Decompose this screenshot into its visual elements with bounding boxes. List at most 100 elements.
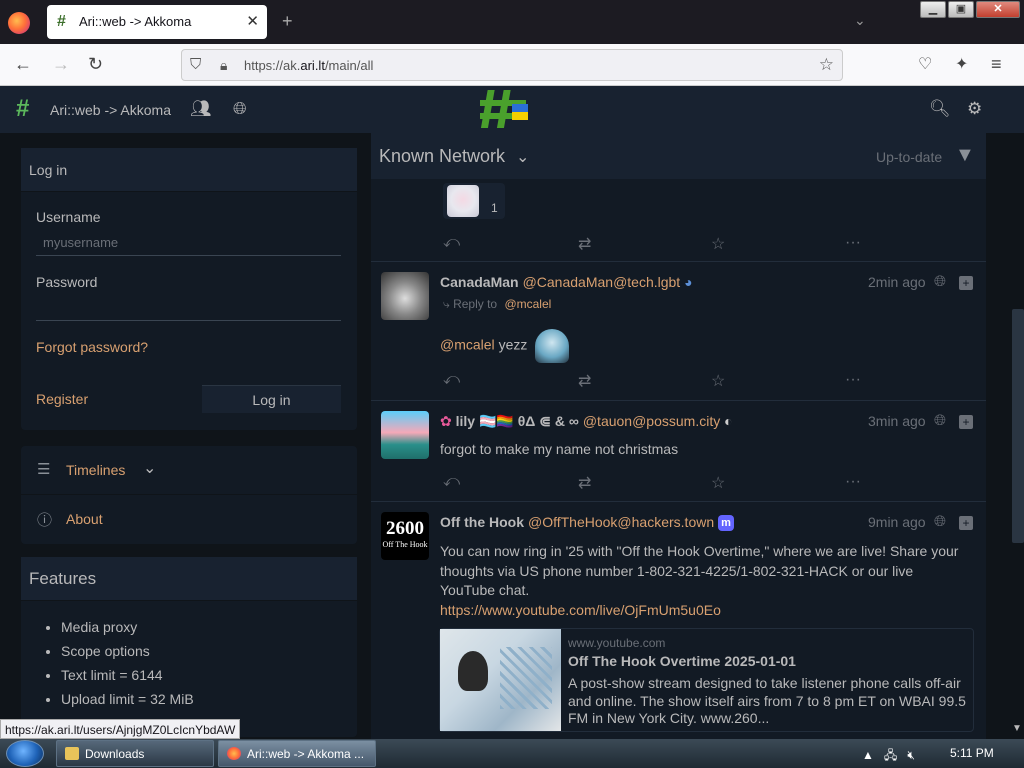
firefox-icon bbox=[227, 747, 241, 760]
register-link[interactable]: Register bbox=[36, 391, 88, 407]
feature-item: Media proxy bbox=[61, 619, 194, 643]
globe-icon: 🌐︎ bbox=[934, 273, 947, 290]
status-time[interactable]: 3min ago bbox=[868, 413, 926, 429]
reply-icon[interactable]: ⤺ bbox=[443, 371, 460, 389]
status-time[interactable]: 2min ago bbox=[868, 274, 926, 290]
scrollbar-thumb[interactable] bbox=[1012, 309, 1024, 543]
repeat-icon[interactable]: ⇄ bbox=[578, 473, 591, 493]
minimize-icon[interactable]: ▁ bbox=[920, 1, 946, 18]
extensions-icon[interactable]: ✦ bbox=[955, 54, 968, 74]
features-list: Media proxy Scope options Text limit = 6… bbox=[61, 619, 194, 715]
firefox-icon[interactable] bbox=[8, 12, 30, 34]
status-time[interactable]: 9min ago bbox=[868, 514, 926, 530]
search-icon[interactable]: 🔍︎ bbox=[929, 99, 951, 119]
mention-link[interactable]: @mcalel bbox=[440, 337, 495, 353]
timeline-header: Known Network ⌄ Up-to-date ▼ bbox=[371, 133, 986, 179]
more-icon[interactable]: ··· bbox=[845, 234, 861, 252]
volume-muted-icon[interactable]: 🔇︎ bbox=[907, 748, 915, 762]
status-author[interactable]: Off the Hook @OffTheHook@hackers.town m bbox=[440, 514, 735, 532]
timeline: 1 ⤺ ⇄ ☆ ··· CanadaMan @CanadaMan@tech.lgb… bbox=[371, 133, 986, 739]
reload-icon[interactable]: ↻ bbox=[88, 54, 103, 75]
reply-to: ⤷ Reply to @mcalel bbox=[443, 297, 552, 311]
clock[interactable]: 5:11 PM bbox=[950, 746, 994, 760]
link-preview-domain: www.youtube.com bbox=[568, 636, 666, 650]
reaction-emoji-icon bbox=[447, 185, 479, 217]
nav-about[interactable]: ⓘ About bbox=[21, 495, 357, 544]
network-icon[interactable]: 🖧︎ bbox=[884, 748, 897, 762]
avatar[interactable]: 2600 Off The Hook bbox=[381, 512, 429, 560]
link-preview-thumbnail bbox=[440, 629, 561, 731]
about-label: About bbox=[66, 511, 103, 527]
back-icon[interactable]: ← bbox=[14, 54, 32, 75]
taskbar-downloads[interactable]: Downloads bbox=[56, 740, 214, 767]
reply-to-link[interactable]: @mcalel bbox=[504, 297, 551, 311]
url-text[interactable]: https://ak.ari.lt/main/all bbox=[244, 58, 373, 73]
link-preview-description: A post-show stream designed to take list… bbox=[568, 675, 966, 726]
repeat-icon[interactable]: ⇄ bbox=[578, 371, 591, 391]
scroll-down-icon[interactable]: ▼ bbox=[1012, 723, 1022, 734]
lock-icon[interactable]: 🔒︎ bbox=[220, 57, 227, 74]
page-scrollbar[interactable]: ▼ bbox=[1006, 133, 1024, 739]
filter-icon[interactable]: ▼ bbox=[955, 144, 975, 167]
new-tab-icon[interactable]: + bbox=[282, 11, 293, 32]
forward-icon[interactable]: → bbox=[52, 54, 70, 75]
more-icon[interactable]: ··· bbox=[845, 473, 861, 491]
tray-arrow-icon[interactable]: ▲ bbox=[862, 748, 874, 762]
bookmark-star-icon[interactable]: ☆ bbox=[819, 55, 834, 75]
url-bar[interactable]: ⛉ 🔒︎ https://ak.ari.lt/main/all ☆ bbox=[181, 49, 843, 81]
status-author[interactable]: ✿ lily 🏳️‍⚧️🏳️‍🌈 θΔ ⋐ & ∞ @tauon@possum.c… bbox=[440, 413, 733, 430]
shield-icon[interactable]: ⛉ bbox=[190, 56, 201, 73]
globe-icon[interactable]: 🌐︎ bbox=[233, 99, 247, 119]
browser-tab-active[interactable]: # Ari::web -> Akkoma ✕ bbox=[47, 5, 267, 39]
taskbar-firefox[interactable]: Ari::web -> Akkoma ... bbox=[218, 740, 376, 767]
pocket-icon[interactable]: ♡ bbox=[918, 54, 932, 74]
site-name-link[interactable]: Ari::web -> Akkoma bbox=[50, 102, 171, 118]
chevron-down-icon[interactable]: ⌄ bbox=[516, 147, 529, 167]
reply-icon[interactable]: ⤺ bbox=[443, 234, 460, 252]
expand-icon[interactable]: + bbox=[959, 276, 973, 290]
favorite-icon[interactable]: ☆ bbox=[711, 234, 725, 254]
browser-nav-bar: ← → ↻ ⛉ 🔒︎ https://ak.ari.lt/main/all ☆ … bbox=[0, 44, 1024, 86]
emoji-reaction[interactable]: 1 bbox=[443, 183, 505, 219]
folder-icon bbox=[65, 747, 79, 760]
avatar[interactable] bbox=[381, 272, 429, 320]
password-input[interactable] bbox=[36, 294, 341, 321]
chevron-down-icon[interactable]: ⌄ bbox=[143, 458, 156, 478]
username-input[interactable]: myusername bbox=[36, 229, 341, 256]
status-author[interactable]: CanadaMan @CanadaMan@tech.lgbt ◕ bbox=[440, 274, 693, 290]
users-icon[interactable]: 👥︎ bbox=[190, 99, 212, 119]
up-to-date-status: Up-to-date bbox=[876, 149, 943, 165]
username-label: Username bbox=[36, 209, 101, 225]
avatar[interactable] bbox=[381, 411, 429, 459]
maximize-icon[interactable]: ▣ bbox=[948, 1, 974, 18]
start-button-icon[interactable] bbox=[6, 740, 44, 767]
timeline-title[interactable]: Known Network bbox=[379, 146, 505, 167]
expand-icon[interactable]: + bbox=[959, 516, 973, 530]
site-logo-icon[interactable]: # bbox=[16, 97, 29, 121]
tab-list-chevron-icon[interactable]: ⌄ bbox=[854, 12, 866, 29]
window-close-icon[interactable]: ✕ bbox=[976, 1, 1020, 18]
favorite-icon[interactable]: ☆ bbox=[711, 473, 725, 493]
forgot-password-link[interactable]: Forgot password? bbox=[36, 339, 148, 355]
status-actions: ⤺ ⇄ ☆ ··· bbox=[443, 473, 863, 493]
favorite-icon[interactable]: ☆ bbox=[711, 371, 725, 391]
status-content: You can now ring in '25 with "Off the Ho… bbox=[440, 543, 959, 618]
menu-icon[interactable]: ≡ bbox=[991, 54, 1002, 75]
link-preview-card[interactable]: www.youtube.com Off The Hook Overtime 20… bbox=[439, 628, 974, 732]
tab-close-icon[interactable]: ✕ bbox=[246, 12, 259, 30]
reply-icon[interactable]: ⤺ bbox=[443, 473, 460, 491]
youtube-link[interactable]: https://www.youtube.com/live/OjFmUm5u0Eo bbox=[440, 602, 721, 618]
nav-timelines[interactable]: ☰ Timelines ⌄ bbox=[21, 446, 357, 495]
timelines-label: Timelines bbox=[66, 462, 126, 478]
more-icon[interactable]: ··· bbox=[845, 371, 861, 389]
gear-icon[interactable]: ⚙ bbox=[967, 99, 982, 119]
login-button[interactable]: Log in bbox=[202, 385, 341, 413]
instance-logo-icon[interactable] bbox=[478, 88, 530, 130]
repeat-icon[interactable]: ⇄ bbox=[578, 234, 591, 254]
feature-item: Text limit = 6144 bbox=[61, 667, 194, 691]
info-icon: ⓘ bbox=[37, 512, 53, 529]
custom-emoji-icon bbox=[535, 329, 570, 363]
features-panel: Features Media proxy Scope options Text … bbox=[21, 557, 357, 737]
server-icon: ◕ bbox=[684, 274, 693, 290]
expand-icon[interactable]: + bbox=[959, 415, 973, 429]
